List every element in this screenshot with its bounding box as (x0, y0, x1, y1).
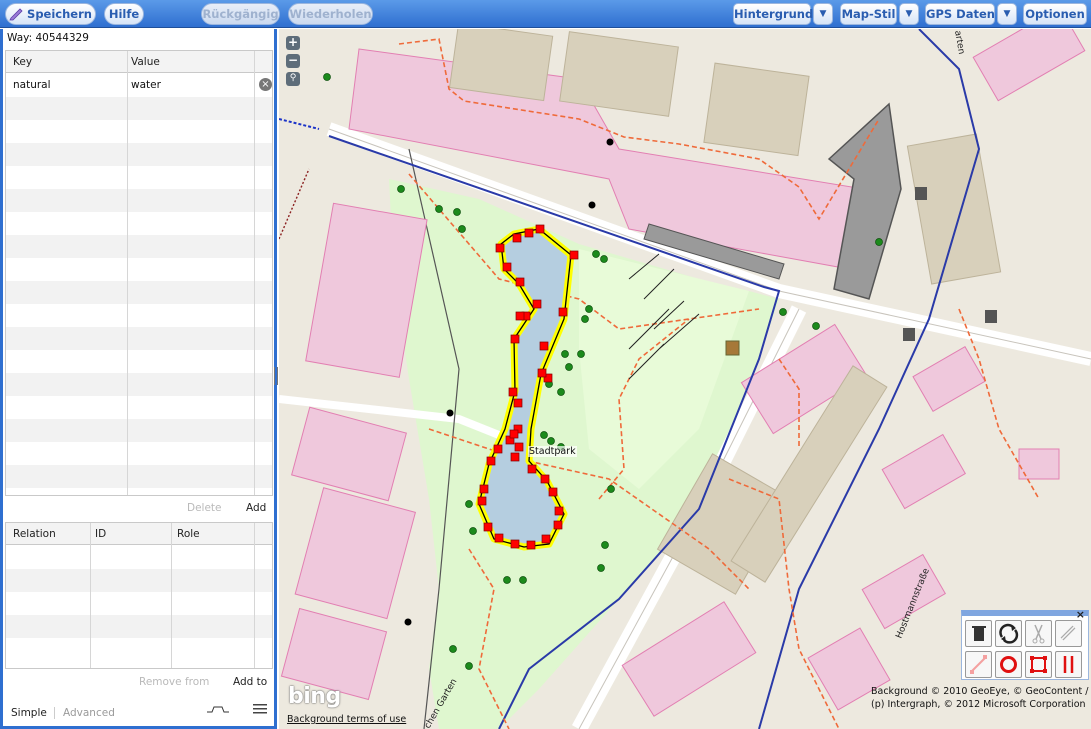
table-row[interactable] (6, 615, 272, 638)
pencil-icon (9, 8, 23, 21)
table-row[interactable] (6, 97, 272, 120)
key-column-header[interactable]: Key (13, 56, 32, 68)
straighten-tool-button[interactable] (965, 651, 992, 678)
relation-grid: Relation ID Role (5, 522, 273, 669)
options-button[interactable]: Optionen (1023, 3, 1087, 25)
remove-tag-icon[interactable]: × (259, 78, 272, 91)
link-icon (1060, 625, 1076, 641)
zoom-in-button[interactable]: + (286, 36, 300, 50)
gps-data-button[interactable]: GPS Daten (925, 3, 995, 25)
tag-grid: Key Value natural water × (5, 50, 273, 496)
tag-value-cell[interactable]: water (131, 79, 161, 91)
table-row[interactable] (6, 396, 272, 419)
table-row[interactable] (6, 569, 272, 592)
tag-panel: Way: 40544329 Key Value natural water × (0, 29, 277, 729)
reverse-icon (999, 623, 1019, 644)
parallel-icon (1063, 656, 1074, 673)
delete-tool-button[interactable] (965, 620, 992, 647)
delete-tag-button[interactable]: Delete (187, 502, 222, 514)
orthogonalise-icon (1030, 656, 1047, 673)
table-row[interactable] (6, 166, 272, 189)
magnifier-icon: ⚲ (289, 73, 297, 83)
main-toolbar: Speichern Hilfe Rückgängig Wiederholen H… (0, 0, 1091, 28)
attribution-text: Background © 2010 GeoEye, © GeoContent /… (871, 686, 1089, 710)
add-to-relation-button[interactable]: Add to (233, 676, 267, 688)
zoom-out-button[interactable]: − (286, 54, 300, 68)
circularise-tool-button[interactable] (995, 651, 1022, 678)
reverse-tool-button[interactable] (995, 620, 1022, 647)
zoom-search-button[interactable]: ⚲ (286, 72, 300, 86)
orthogonalise-tool-button[interactable] (1025, 651, 1052, 678)
panel-splitter[interactable] (274, 367, 278, 385)
split-tool-button[interactable] (1025, 620, 1052, 647)
table-row[interactable] (6, 442, 272, 465)
remove-from-relation-button[interactable]: Remove from (139, 676, 209, 688)
table-row[interactable] (6, 465, 272, 488)
map-canvas[interactable]: Hostmannstraße chen Garten arten + − ⚲ S… (279, 29, 1091, 729)
relation-grid-header: Relation ID Role (6, 523, 272, 545)
column-divider (254, 523, 255, 668)
tool-palette: × (961, 608, 1089, 680)
table-row[interactable] (6, 546, 272, 569)
table-row[interactable] (6, 304, 272, 327)
table-row[interactable] (6, 592, 272, 615)
parallel-tool-button[interactable] (1055, 651, 1082, 678)
id-column-header[interactable]: ID (95, 528, 106, 540)
role-column-header[interactable]: Role (177, 528, 200, 540)
street-label: arten (952, 30, 966, 55)
trash-icon (972, 626, 986, 641)
relation-column-header[interactable]: Relation (13, 528, 56, 540)
table-row[interactable] (6, 419, 272, 442)
table-row[interactable] (6, 373, 272, 396)
tab-advanced[interactable]: Advanced (63, 707, 115, 719)
collapse-icon[interactable] (206, 703, 230, 717)
value-column-header[interactable]: Value (131, 56, 160, 68)
column-divider (90, 523, 91, 668)
table-row[interactable] (6, 350, 272, 373)
way-title: Way: 40544329 (7, 32, 89, 44)
table-row[interactable] (6, 258, 272, 281)
redo-button[interactable]: Wiederholen (288, 3, 373, 25)
tag-key-cell[interactable]: natural (13, 79, 51, 91)
chevron-down-icon: ▼ (819, 9, 827, 19)
undo-button[interactable]: Rückgängig (201, 3, 280, 25)
tab-simple[interactable]: Simple (11, 707, 47, 719)
map-style-dropdown[interactable]: ▼ (899, 3, 919, 25)
table-row[interactable] (6, 120, 272, 143)
column-divider (127, 51, 128, 495)
background-button[interactable]: Hintergrund (733, 3, 813, 25)
column-divider (171, 523, 172, 668)
help-button[interactable]: Hilfe (104, 3, 144, 25)
menu-icon[interactable] (253, 703, 267, 715)
table-row[interactable] (6, 235, 272, 258)
background-dropdown[interactable]: ▼ (813, 3, 833, 25)
straighten-icon (970, 655, 987, 674)
chevron-down-icon: ▼ (905, 9, 913, 19)
table-row[interactable] (6, 189, 272, 212)
merge-tool-button[interactable] (1055, 620, 1082, 647)
table-row[interactable] (6, 212, 272, 235)
add-tag-button[interactable]: Add (246, 502, 266, 514)
tag-grid-header: Key Value (6, 51, 272, 73)
table-row[interactable] (6, 638, 272, 661)
column-divider (254, 51, 255, 495)
tag-panel-body: Way: 40544329 Key Value natural water × (3, 29, 274, 726)
table-row[interactable] (6, 327, 272, 350)
background-terms-link[interactable]: Background terms of use (287, 714, 406, 725)
chevron-down-icon: ▼ (1003, 9, 1011, 19)
tab-divider (54, 707, 55, 719)
save-button[interactable]: Speichern (5, 3, 96, 25)
bing-logo: bing (288, 684, 341, 709)
table-row[interactable] (6, 281, 272, 304)
table-row[interactable]: natural water × (6, 74, 272, 97)
table-row[interactable] (6, 143, 272, 166)
scissors-icon (1032, 624, 1045, 644)
place-label: Stadtpark (528, 446, 577, 457)
gps-data-dropdown[interactable]: ▼ (997, 3, 1017, 25)
map-style-button[interactable]: Map-Stil (840, 3, 897, 25)
circularise-icon (1000, 656, 1017, 673)
